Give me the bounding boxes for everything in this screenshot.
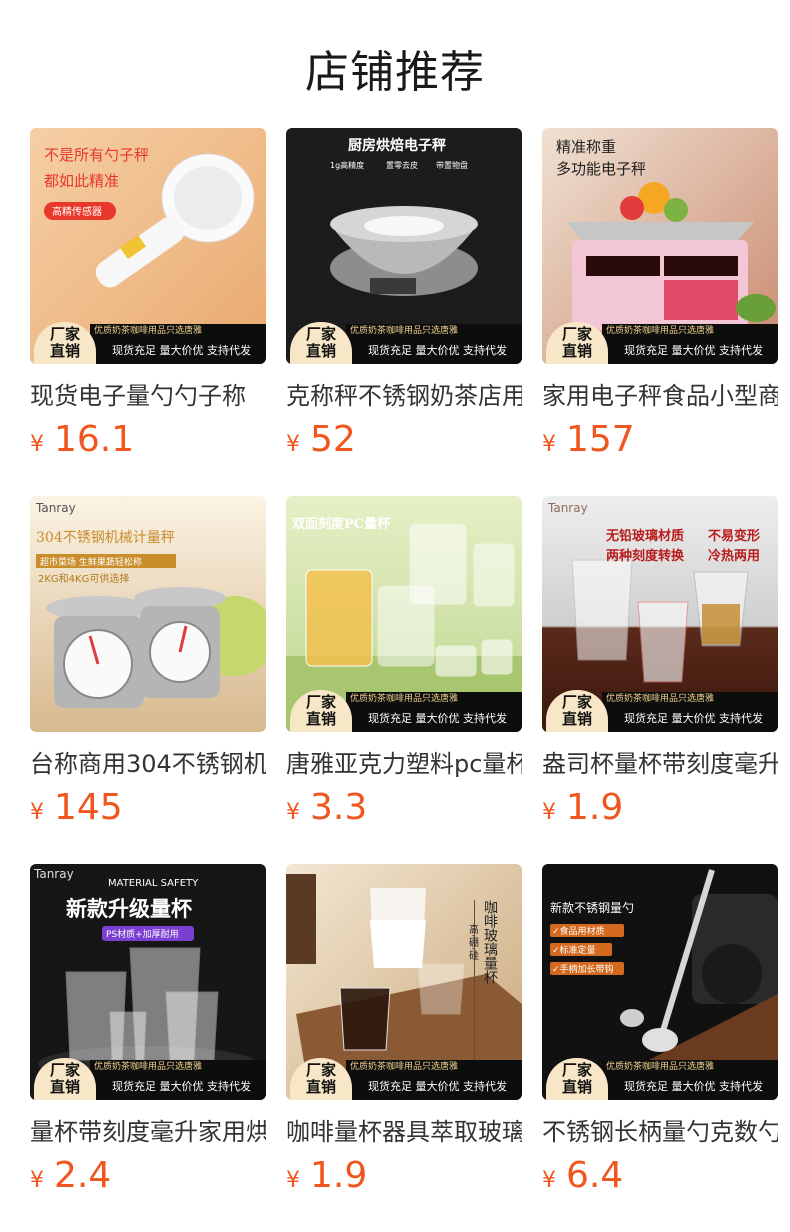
image-caption: 多功能电子秤 (556, 160, 646, 178)
currency-symbol: ¥ (286, 432, 300, 457)
image-caption: 带置物盘 (436, 160, 468, 170)
currency-symbol: ¥ (30, 800, 44, 825)
currency-symbol: ¥ (30, 432, 44, 457)
product-name[interactable]: 盎司杯量杯带刻度毫升 (542, 748, 778, 780)
product-name[interactable]: 现货电子量勺勺子称 (30, 380, 266, 412)
product-image[interactable]: 咖啡玻璃量杯 高·硼·硅 优质奶茶咖啡用品只选唐雅 现货充足 量大价优 支持代发… (286, 864, 522, 1100)
image-caption: Tanray (35, 501, 76, 515)
image-caption: 高·硼·硅 (467, 923, 479, 961)
image-caption: ✓食品用材质 (552, 925, 605, 937)
price-value: 1.9 (566, 787, 624, 828)
product-name[interactable]: 不锈钢长柄量勺克数勺 (542, 1116, 778, 1148)
image-caption: 不易变形 (708, 528, 760, 544)
product-image[interactable]: Tanray 无铅玻璃材质 不易变形 两种刻度转换 冷热两用 优质奶茶咖啡用品只… (542, 496, 778, 732)
image-caption: PS材质+加厚耐用 (106, 928, 179, 940)
image-caption: 1g高精度 (330, 160, 364, 170)
product-card[interactable]: 厨房烘焙电子秤 1g高精度 置零去皮 带置物盘 优质奶茶咖啡用品只选唐雅 现货充… (286, 128, 522, 484)
currency-symbol: ¥ (542, 800, 556, 825)
product-image[interactable]: 不是所有勺子秤 都如此精准 高精传感器 优质奶茶咖啡用品只选唐雅 现货充足 量大… (30, 128, 266, 364)
product-image[interactable]: 双面刻度PC量杯 优质奶茶咖啡用品只选唐雅 现货充足 量大价优 支持代发 厂家直… (286, 496, 522, 732)
image-caption: 2KG和4KG可供选择 (38, 572, 129, 585)
image-caption: 新款不锈钢量勺 (550, 900, 634, 915)
product-name[interactable]: 唐雅亚克力塑料pc量杯 (286, 748, 522, 780)
product-card[interactable]: 精准称重 多功能电子秤 优质奶茶咖啡用品只选唐雅 现货充足 量大价优 支持代发 … (542, 128, 778, 484)
product-image[interactable]: 新款不锈钢量勺 ✓食品用材质 ✓标准定量 ✓手柄加长带钩 优质奶茶咖啡用品只选唐… (542, 864, 778, 1100)
image-caption: 咖啡玻璃量杯 (482, 900, 498, 984)
product-image[interactable]: Tanray MATERIAL SAFETY 新款升级量杯 PS材质+加厚耐用 … (30, 864, 266, 1100)
product-name[interactable]: 克称秤不锈钢奶茶店用 (286, 380, 522, 412)
product-card[interactable]: 咖啡玻璃量杯 高·硼·硅 优质奶茶咖啡用品只选唐雅 现货充足 量大价优 支持代发… (286, 864, 522, 1220)
product-price: ¥16.1 (30, 422, 266, 462)
product-price: ¥1.9 (286, 1158, 522, 1198)
product-card[interactable]: 新款不锈钢量勺 ✓食品用材质 ✓标准定量 ✓手柄加长带钩 优质奶茶咖啡用品只选唐… (542, 864, 778, 1220)
product-name[interactable]: 家用电子秤食品小型商用 (542, 380, 778, 412)
image-caption: 超市菜场 生鲜果蔬轻松称 (40, 556, 142, 568)
factory-direct-badge: 优质奶茶咖啡用品只选唐雅 现货充足 量大价优 支持代发 厂家 直销 (30, 322, 266, 364)
image-caption: Tanray (547, 501, 588, 515)
product-card[interactable]: 不是所有勺子秤 都如此精准 高精传感器 优质奶茶咖啡用品只选唐雅 现货充足 量大… (30, 128, 266, 484)
price-value: 157 (566, 419, 635, 460)
currency-symbol: ¥ (286, 800, 300, 825)
store-recommendation-page: 店铺推荐 不是所有勺子秤 都如此精准 高精传感器 优质奶茶咖啡用品只选唐雅 现货… (0, 0, 790, 1232)
image-caption: 两种刻度转换 (606, 548, 685, 564)
image-caption: 304不锈钢机械计量秤 (36, 530, 175, 546)
currency-symbol: ¥ (542, 1168, 556, 1193)
image-caption: ✓标准定量 (552, 944, 596, 956)
product-grid: 不是所有勺子秤 都如此精准 高精传感器 优质奶茶咖啡用品只选唐雅 现货充足 量大… (30, 128, 778, 1220)
image-caption: 置零去皮 (386, 160, 418, 170)
product-card[interactable]: 双面刻度PC量杯 优质奶茶咖啡用品只选唐雅 现货充足 量大价优 支持代发 厂家直… (286, 496, 522, 852)
image-caption: ✓手柄加长带钩 (552, 963, 614, 975)
product-price: ¥1.9 (542, 790, 778, 830)
image-caption: 无铅玻璃材质 (605, 528, 684, 544)
factory-direct-badge: 优质奶茶咖啡用品只选唐雅 现货充足 量大价优 支持代发 厂家 直销 (286, 690, 522, 732)
currency-symbol: ¥ (30, 1168, 44, 1193)
price-value: 16.1 (54, 419, 135, 460)
product-price: ¥3.3 (286, 790, 522, 830)
price-value: 1.9 (310, 1155, 368, 1196)
product-image[interactable]: 精准称重 多功能电子秤 优质奶茶咖啡用品只选唐雅 现货充足 量大价优 支持代发 … (542, 128, 778, 364)
factory-direct-badge: 优质奶茶咖啡用品只选唐雅 现货充足 量大价优 支持代发 厂家 直销 (542, 1058, 778, 1100)
price-value: 145 (54, 787, 123, 828)
product-name[interactable]: 台称商用304不锈钢机械 (30, 748, 266, 780)
product-price: ¥52 (286, 422, 522, 462)
factory-direct-badge: 优质奶茶咖啡用品只选唐雅 现货充足 量大价优 支持代发 厂家 直销 (286, 1058, 522, 1100)
image-caption: 不是所有勺子秤 (44, 146, 149, 164)
product-card[interactable]: Tanray MATERIAL SAFETY 新款升级量杯 PS材质+加厚耐用 … (30, 864, 266, 1220)
image-caption: 新款升级量杯 (66, 897, 192, 921)
image-caption: 厨房烘焙电子秤 (348, 137, 446, 154)
product-name[interactable]: 量杯带刻度毫升家用烘焙 (30, 1116, 266, 1148)
price-value: 6.4 (566, 1155, 624, 1196)
product-price: ¥2.4 (30, 1158, 266, 1198)
section-title: 店铺推荐 (305, 47, 485, 98)
product-image[interactable]: Tanray 304不锈钢机械计量秤 超市菜场 生鲜果蔬轻松称 2KG和4KG可… (30, 496, 266, 732)
product-price: ¥145 (30, 790, 266, 830)
factory-direct-badge: 优质奶茶咖啡用品只选唐雅 现货充足 量大价优 支持代发 厂家 直销 (286, 322, 522, 364)
image-caption: 精准称重 (556, 138, 616, 156)
image-caption: 高精传感器 (52, 205, 102, 218)
image-caption: MATERIAL SAFETY (108, 878, 199, 889)
product-price: ¥6.4 (542, 1158, 778, 1198)
image-caption: Tanray (33, 867, 74, 881)
image-caption: 双面刻度PC量杯 (292, 516, 391, 532)
product-name[interactable]: 咖啡量杯器具萃取玻璃 (286, 1116, 522, 1148)
product-price: ¥157 (542, 422, 778, 462)
product-card[interactable]: Tanray 304不锈钢机械计量秤 超市菜场 生鲜果蔬轻松称 2KG和4KG可… (30, 496, 266, 852)
price-value: 52 (310, 419, 356, 460)
image-caption: 都如此精准 (44, 172, 119, 190)
factory-direct-badge: 优质奶茶咖啡用品只选唐雅 现货充足 量大价优 支持代发 厂家 直销 (542, 322, 778, 364)
product-card[interactable]: Tanray 无铅玻璃材质 不易变形 两种刻度转换 冷热两用 优质奶茶咖啡用品只… (542, 496, 778, 852)
factory-direct-badge: 优质奶茶咖啡用品只选唐雅 现货充足 量大价优 支持代发 厂家 直销 (542, 690, 778, 732)
factory-direct-badge: 优质奶茶咖啡用品只选唐雅 现货充足 量大价优 支持代发 厂家 直销 (30, 1058, 266, 1100)
image-caption: 冷热两用 (708, 548, 760, 564)
price-value: 3.3 (310, 787, 368, 828)
price-value: 2.4 (54, 1155, 112, 1196)
currency-symbol: ¥ (286, 1168, 300, 1193)
product-image[interactable]: 厨房烘焙电子秤 1g高精度 置零去皮 带置物盘 优质奶茶咖啡用品只选唐雅 现货充… (286, 128, 522, 364)
currency-symbol: ¥ (542, 432, 556, 457)
